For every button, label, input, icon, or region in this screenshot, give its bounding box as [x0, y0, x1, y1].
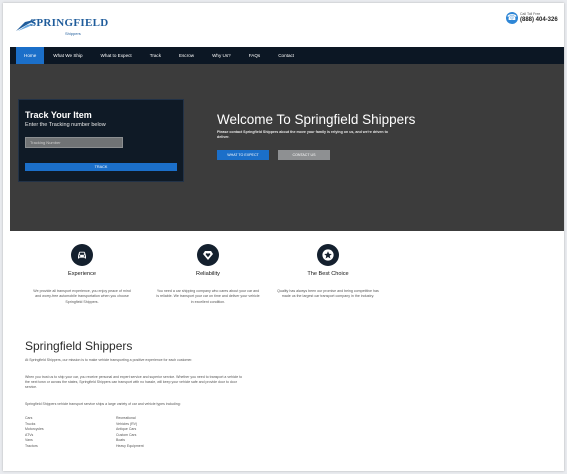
heart-diamond-icon	[197, 244, 219, 266]
what-to-expect-button[interactable]: WHAT TO EXPECT	[217, 150, 269, 160]
nav-what-to-expect[interactable]: What to Expect	[92, 47, 141, 64]
nav-contact[interactable]: Contact	[269, 47, 303, 64]
feature-best-choice: The Best Choice Quality has always been …	[268, 244, 388, 300]
track-subtitle: Enter the Tracking number below	[25, 122, 106, 128]
about-paragraph-1: At Springfield Shippers, our mission is …	[25, 358, 193, 362]
car-icon	[71, 244, 93, 266]
feature-text: We provide all transport experience, you…	[33, 289, 131, 304]
phone-icon: ☎	[506, 12, 518, 24]
track-button[interactable]: TRACK	[25, 163, 177, 171]
list-item: Heavy Equipment	[116, 443, 144, 448]
track-panel: Track Your Item Enter the Tracking numbe…	[18, 99, 184, 182]
tracking-number-input[interactable]: Tracking Number	[25, 137, 123, 148]
site-header: SPRINGFIELD Shippers ☎ Call Toll Free (8…	[3, 3, 564, 47]
list-item: Tractors	[25, 443, 38, 448]
about-paragraph-3: Springfield Shippers vehicle transport s…	[25, 402, 181, 406]
page: SPRINGFIELD Shippers ☎ Call Toll Free (8…	[3, 3, 564, 471]
about-title: Springfield Shippers	[25, 339, 133, 353]
nav-why-us[interactable]: Why Us?	[203, 47, 240, 64]
feature-title: Reliability	[196, 271, 220, 277]
phone-number[interactable]: (888) 404-326	[520, 17, 558, 23]
nav-escrow[interactable]: Escrow	[170, 47, 203, 64]
phone-contact[interactable]: ☎ Call Toll Free (888) 404-326	[506, 11, 564, 31]
feature-experience: Experience We provide all transport expe…	[22, 244, 142, 305]
logo-text: SPRINGFIELD	[30, 17, 109, 29]
feature-reliability: Reliability You need a car shipping comp…	[148, 244, 268, 305]
phone-label: Call Toll Free	[520, 12, 541, 16]
hero-section: Track Your Item Enter the Tracking numbe…	[10, 64, 564, 231]
feature-text: You need a car shipping company who care…	[156, 289, 260, 304]
vehicle-list-left: Cars Trucks Motorcycles ATVs Vans Tracto…	[25, 416, 44, 450]
welcome-text: Please contact Springfield Shippers abou…	[217, 130, 388, 139]
star-icon	[317, 244, 339, 266]
nav-what-we-ship[interactable]: What We Ship	[44, 47, 91, 64]
nav-track[interactable]: Track	[141, 47, 170, 64]
vehicle-list-right: Recreational Vehicles (RV) Antique Cars …	[116, 416, 144, 450]
welcome-title: Welcome To Springfield Shippers	[217, 112, 416, 127]
nav-faqs[interactable]: FAQs	[240, 47, 270, 64]
logo[interactable]: SPRINGFIELD Shippers	[16, 13, 109, 39]
feature-title: The Best Choice	[307, 271, 349, 277]
main-nav: Home What We Ship What to Expect Track E…	[10, 47, 564, 64]
feature-text: Quality has always been our promise and …	[277, 289, 379, 299]
contact-us-button[interactable]: CONTACT US	[278, 150, 330, 160]
logo-subtext: Shippers	[65, 31, 81, 36]
feature-title: Experience	[68, 271, 96, 277]
nav-home[interactable]: Home	[16, 47, 45, 64]
track-title: Track Your Item	[25, 110, 92, 120]
list-item: Motorcycles	[25, 427, 44, 432]
about-paragraph-2: When you trust us to ship your car, you …	[25, 375, 243, 390]
